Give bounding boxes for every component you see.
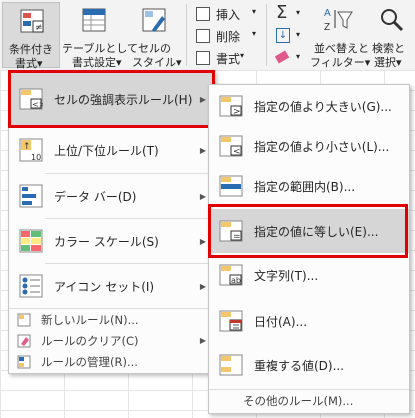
submenu-item-between[interactable]: 指定の範囲内(B)... [209, 166, 409, 206]
delete-icon [196, 29, 210, 43]
delete-dropdown-icon: ▾ [252, 29, 257, 38]
conditional-format-icon: ≠ [20, 9, 44, 33]
submenu-item-greater-than[interactable]: > 指定の値より大きい(G)... [209, 86, 409, 126]
highlight-box-submenu [208, 204, 408, 258]
submenu-item-text-contains[interactable]: ab 文字列(T)... [209, 255, 409, 295]
format-as-table-button[interactable]: テーブルとして 書式設定▾ [62, 2, 138, 69]
svg-text:>: > [233, 107, 241, 117]
fill-button[interactable]: ↓ ▾ [274, 28, 306, 46]
menu-item-label: 新しいルール(N)... [41, 312, 139, 327]
conditional-format-label-2: 書式▾ [15, 57, 43, 70]
menu-item-clear-rules[interactable]: ルールのクリア(C) ▶ [9, 330, 214, 351]
ribbon-divider [186, 4, 187, 66]
format-button[interactable]: 書式 ▾ [196, 50, 258, 68]
submenu-item-date-occurring[interactable]: 日付(A)... [209, 301, 409, 341]
sort-filter-button[interactable]: A Z 並べ替えと フィルター▾ [310, 2, 370, 69]
submenu-item-label: 指定の値より小さい(L)... [254, 139, 390, 154]
ribbon: ≠ 条件付き 書式▾ テーブルとして 書式設定▾ セルの スタイル▾ 挿入 ▾ … [0, 0, 415, 71]
text-contains-icon: ab [219, 264, 243, 286]
eraser-icon [274, 50, 290, 64]
duplicate-values-icon [219, 354, 243, 376]
menu-item-label: 上位/下位ルール(T) [54, 143, 159, 158]
format-as-table-label-2: 書式設定▾ [72, 56, 122, 69]
fill-down-icon: ↓ [276, 28, 290, 43]
menu-item-color-scale[interactable]: カラー スケール(S) ▶ [9, 219, 214, 263]
autosum-button[interactable]: Σ ▾ [274, 2, 306, 24]
svg-text:Z: Z [324, 22, 330, 33]
submenu-arrow-icon: ▶ [199, 191, 206, 201]
menu-item-label: データ バー(D) [54, 189, 137, 204]
submenu-item-label: 指定の範囲内(B)... [254, 179, 356, 194]
menu-item-new-rule[interactable]: 新しいルール(N)... [9, 309, 214, 330]
format-icon [196, 51, 210, 65]
less-than-icon: < [219, 135, 243, 157]
menu-item-label: ルールのクリア(C) [41, 333, 139, 348]
between-icon [219, 175, 243, 197]
new-rule-icon [17, 313, 31, 326]
menu-item-label: アイコン セット(I) [54, 279, 155, 294]
data-bar-icon [19, 184, 43, 208]
highlight-box-main [8, 70, 215, 128]
submenu-arrow-icon: ▶ [199, 236, 206, 246]
svg-text:10: 10 [31, 153, 41, 162]
insert-dropdown-icon: ▾ [252, 7, 257, 16]
svg-text:ab: ab [231, 276, 241, 285]
submenu-item-duplicate-values[interactable]: 重複する値(D)... [209, 345, 409, 385]
delete-label: 削除 [216, 30, 241, 44]
conditional-format-button[interactable]: ≠ 条件付き 書式▾ [2, 2, 60, 70]
icon-set-icon [19, 274, 43, 298]
clear-dropdown-icon: ▾ [296, 52, 301, 61]
cell-styles-button[interactable]: セルの スタイル▾ [130, 2, 182, 69]
menu-item-label: カラー スケール(S) [54, 234, 159, 249]
more-rules-label: その他のルール(M)... [243, 394, 354, 408]
autosum-dropdown-icon: ▾ [296, 8, 301, 17]
menu-item-icon-set[interactable]: アイコン セット(I) ▶ [9, 264, 214, 308]
find-icon [381, 9, 404, 32]
cell-styles-label-2: スタイル▾ [132, 56, 182, 69]
svg-text:≠: ≠ [35, 23, 43, 33]
ribbon-divider-2 [266, 4, 267, 66]
clear-rules-icon [17, 334, 31, 347]
manage-rules-icon [17, 355, 31, 368]
format-as-table-icon [82, 8, 106, 32]
sigma-icon: Σ [276, 2, 288, 23]
submenu-item-label: 重複する値(D)... [254, 358, 345, 373]
color-scale-icon [19, 229, 43, 253]
svg-text:<: < [233, 147, 241, 157]
submenu-item-label: 指定の値より大きい(G)... [254, 99, 392, 114]
sort-filter-label-2: フィルター▾ [310, 56, 371, 69]
svg-text:A: A [324, 8, 331, 19]
menu-item-top-bottom[interactable]: ↑ 10 上位/下位ルール(T) ▶ [9, 127, 214, 173]
insert-label: 挿入 [216, 8, 241, 22]
format-label: 書式 [216, 52, 241, 66]
submenu-arrow-icon: ▶ [199, 145, 206, 155]
menu-item-manage-rules[interactable]: ルールの管理(R)... [9, 351, 214, 372]
submenu-item-less-than[interactable]: < 指定の値より小さい(L)... [209, 126, 409, 166]
sort-filter-icon: A Z [324, 8, 353, 33]
greater-than-icon: > [219, 95, 243, 117]
find-select-label-2: 選択▾ [374, 56, 402, 69]
submenu-item-label: 文字列(T)... [254, 268, 319, 283]
submenu-item-label: 日付(A)... [254, 314, 308, 329]
cell-styles-icon [142, 8, 166, 32]
insert-icon [196, 7, 210, 21]
submenu-arrow-icon: ▶ [199, 336, 206, 345]
format-dropdown-icon: ▾ [240, 51, 245, 60]
insert-button[interactable]: 挿入 ▾ [196, 6, 258, 24]
clear-button[interactable]: ▾ [274, 50, 306, 68]
delete-button[interactable]: 削除 ▾ [196, 28, 258, 46]
fill-dropdown-icon: ▾ [296, 30, 301, 39]
find-select-button[interactable]: 検索と 選択▾ [368, 2, 414, 69]
menu-item-data-bar[interactable]: データ バー(D) ▶ [9, 174, 214, 218]
date-occurring-icon [219, 310, 243, 332]
submenu-item-more-rules[interactable]: その他のルール(M)... [209, 390, 409, 412]
menu-item-label: ルールの管理(R)... [41, 354, 138, 369]
top-bottom-icon: ↑10 [19, 138, 43, 162]
svg-text:↑: ↑ [23, 142, 31, 152]
submenu-arrow-icon: ▶ [199, 281, 206, 291]
